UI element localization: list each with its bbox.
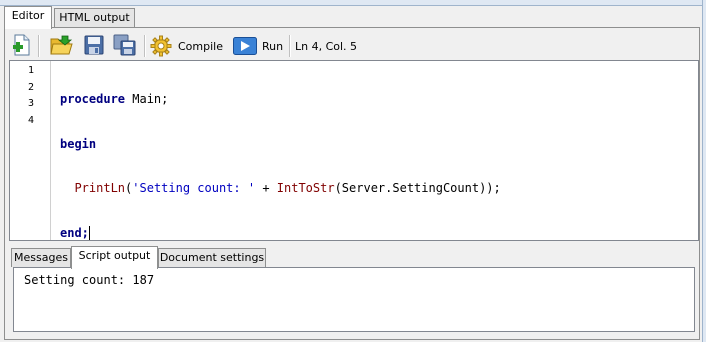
open-button[interactable] — [49, 34, 75, 58]
tab-html-output[interactable]: HTML output — [54, 8, 135, 27]
window-right-edge — [702, 0, 706, 342]
toolbar-separator — [38, 35, 40, 57]
save-all-icon — [113, 34, 137, 59]
compile-button[interactable]: Compile — [150, 34, 228, 58]
save-all-button[interactable] — [113, 34, 139, 58]
compile-label: Compile — [178, 39, 223, 53]
gear-icon — [150, 35, 172, 57]
text-caret — [88, 226, 90, 240]
keyword: begin — [60, 136, 97, 151]
line-number: 1 — [27, 65, 34, 76]
output-text: Setting count: 187 — [24, 273, 155, 287]
keyword: procedure — [60, 92, 126, 106]
run-label: Run — [262, 39, 284, 53]
open-folder-icon — [49, 34, 73, 59]
new-file-icon — [12, 34, 32, 59]
code-editor[interactable]: 1 2 3 4 procedure Main; begin PrintLn('S… — [9, 60, 699, 241]
function-name: IntToStr — [276, 181, 335, 195]
editor-panel: Compile Run Ln 4, Col. 5 1 2 3 4 procedu… — [4, 27, 700, 340]
code-line: procedure Main; — [60, 91, 501, 108]
code-token: (Server.SettingCount)); — [334, 181, 501, 195]
tab-editor[interactable]: Editor — [4, 6, 52, 29]
line-number: 2 — [27, 81, 34, 93]
string-literal: 'Setting count: ' — [132, 181, 256, 195]
toolbar: Compile Run Ln 4, Col. 5 — [7, 30, 697, 60]
play-icon — [233, 37, 257, 55]
window-top-edge — [0, 0, 706, 6]
function-name: PrintLn — [74, 181, 126, 195]
code-line: begin — [60, 136, 501, 153]
line-number: 3 — [27, 98, 34, 109]
run-button[interactable]: Run — [233, 34, 287, 58]
script-output-box[interactable]: Setting count: 187 — [13, 267, 695, 332]
line-number: 4 — [27, 114, 34, 126]
tab-script-output[interactable]: Script output — [71, 246, 158, 269]
cursor-position-status: Ln 4, Col. 5 — [295, 40, 358, 53]
toolbar-separator — [144, 35, 146, 57]
code-line: end; — [60, 225, 501, 242]
code-line: PrintLn('Setting count: ' + IntToStr(Ser… — [60, 180, 501, 197]
code-token: + — [255, 181, 277, 195]
save-icon — [84, 35, 104, 58]
toolbar-separator — [289, 35, 291, 57]
code-token: Main; — [125, 92, 169, 106]
save-button[interactable] — [84, 34, 106, 58]
tab-messages[interactable]: Messages — [11, 248, 71, 267]
keyword: end; — [60, 225, 89, 240]
new-button[interactable] — [12, 34, 34, 58]
tab-document-settings[interactable]: Document settings — [158, 248, 266, 267]
line-number-gutter: 1 2 3 4 — [10, 61, 51, 240]
code-text: procedure Main; begin PrintLn('Setting c… — [60, 63, 501, 269]
